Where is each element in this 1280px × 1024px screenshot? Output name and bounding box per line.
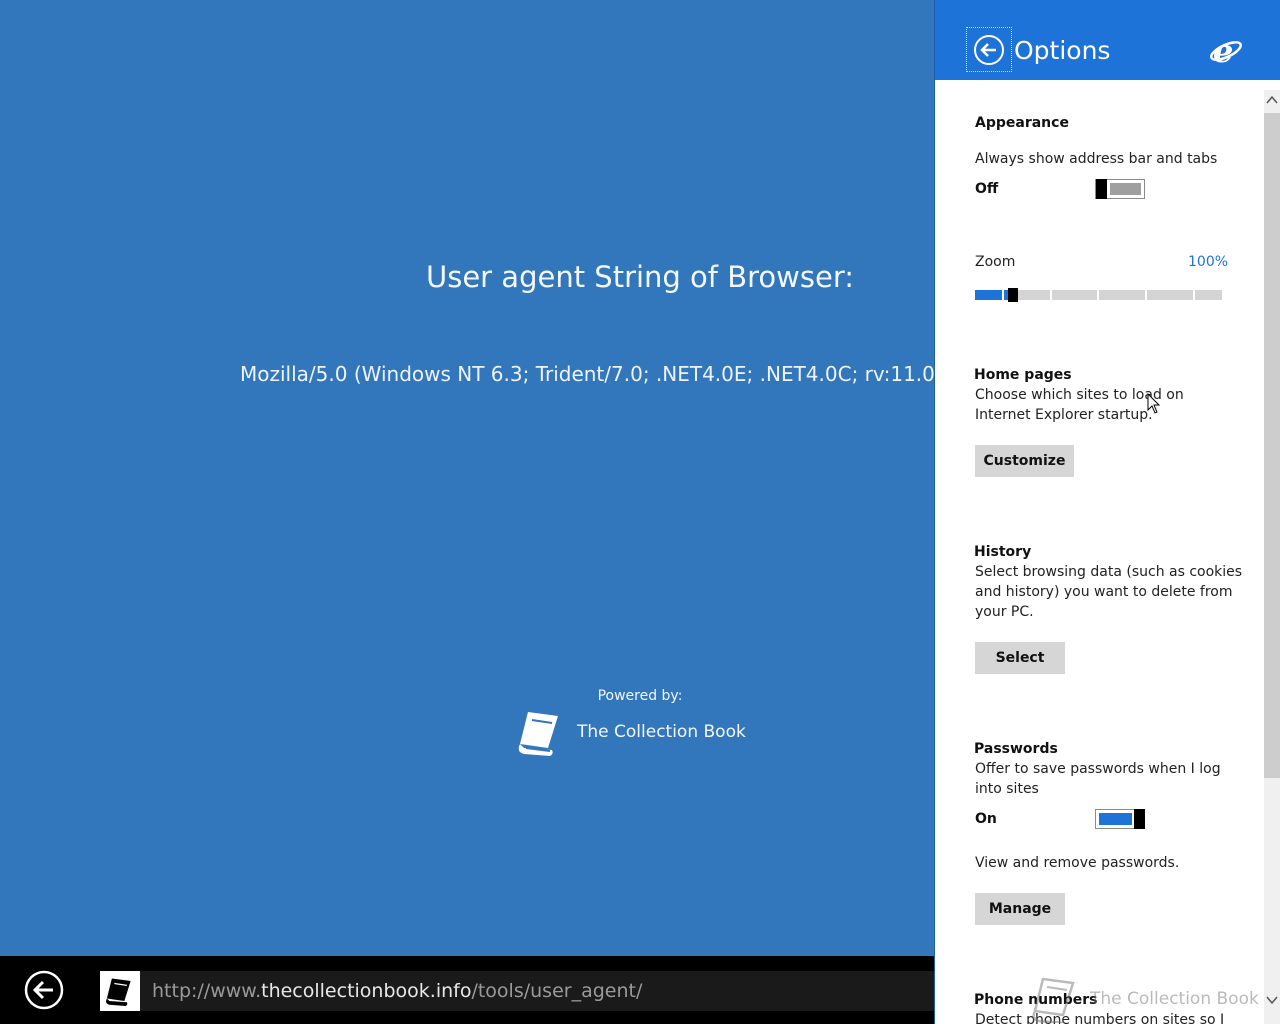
address-bar-toggle[interactable] xyxy=(1095,179,1145,199)
watermark: The Collection Book xyxy=(1028,975,1259,1023)
zoom-tick xyxy=(1193,290,1195,300)
history-heading: History xyxy=(974,544,1032,560)
scrollbar-thumb[interactable] xyxy=(1264,113,1280,778)
web-content: User agent String of Browser: Mozilla/5.… xyxy=(0,0,943,956)
address-bar-toggle-state: Off xyxy=(975,181,999,197)
zoom-slider-thumb[interactable] xyxy=(1008,288,1018,302)
options-back-button[interactable] xyxy=(966,27,1012,72)
site-favicon xyxy=(100,971,140,1011)
book-icon xyxy=(518,712,558,756)
customize-button[interactable]: Customize xyxy=(975,445,1074,477)
passwords-heading: Passwords xyxy=(974,741,1058,757)
brand-link[interactable]: The Collection Book xyxy=(514,708,746,756)
address-bar-setting-label: Always show address bar and tabs xyxy=(975,151,1218,167)
scroll-up-icon[interactable] xyxy=(1266,94,1278,106)
zoom-value: 100% xyxy=(1188,254,1229,270)
toggle-fill xyxy=(1110,183,1141,195)
zoom-label: Zoom xyxy=(975,254,1016,270)
passwords-desc-line1: Offer to save passwords when I log xyxy=(975,761,1221,777)
powered-by-label: Powered by: xyxy=(597,688,683,704)
zoom-tick xyxy=(1050,290,1052,300)
home-pages-heading: Home pages xyxy=(974,367,1072,383)
scroll-down-icon[interactable] xyxy=(1266,994,1278,1006)
user-agent-string: Mozilla/5.0 (Windows NT 6.3; Trident/7.0… xyxy=(240,362,943,386)
watermark-text: The Collection Book xyxy=(1090,989,1259,1009)
toggle-knob xyxy=(1134,809,1145,829)
options-title: Options xyxy=(1014,36,1111,65)
manage-passwords-button[interactable]: Manage xyxy=(975,893,1065,925)
address-input[interactable]: http://www.thecollectionbook.info/tools/… xyxy=(140,971,935,1011)
brand-name: The Collection Book xyxy=(577,722,746,742)
book-icon xyxy=(106,978,131,1006)
view-passwords-label: View and remove passwords. xyxy=(975,855,1180,871)
passwords-toggle[interactable] xyxy=(1095,809,1145,829)
select-history-button[interactable]: Select xyxy=(975,642,1065,674)
url-text: http://www.thecollectionbook.info/tools/… xyxy=(152,980,642,1002)
passwords-desc-line2: into sites xyxy=(975,781,1039,797)
toggle-fill xyxy=(1099,813,1132,825)
book-icon xyxy=(1032,977,1075,1023)
home-pages-desc-line2: Internet Explorer startup. xyxy=(975,407,1153,423)
history-desc-line2: and history) you want to delete from xyxy=(975,584,1233,600)
options-header: Options e xyxy=(935,0,1280,80)
zoom-tick xyxy=(1097,290,1099,300)
url-domain: thecollectionbook.info xyxy=(261,980,472,1002)
zoom-tick xyxy=(1145,290,1147,300)
zoom-tick xyxy=(1002,290,1004,300)
appearance-heading: Appearance xyxy=(975,115,1069,131)
zoom-slider[interactable] xyxy=(975,288,1222,302)
history-desc-line3: your PC. xyxy=(975,604,1034,620)
back-arrow-icon[interactable] xyxy=(24,970,64,1010)
options-pane: Options e Appearance Always show address… xyxy=(935,0,1280,1024)
ie-logo-icon: e xyxy=(1210,34,1242,68)
history-desc-line1: Select browsing data (such as cookies xyxy=(975,564,1243,580)
url-path: /tools/user_agent/ xyxy=(471,980,643,1002)
mouse-cursor-icon xyxy=(1147,393,1161,414)
passwords-toggle-state: On xyxy=(975,811,997,827)
toggle-knob xyxy=(1096,179,1107,199)
back-arrow-icon xyxy=(974,34,1004,65)
url-prefix: http://www. xyxy=(152,980,262,1002)
